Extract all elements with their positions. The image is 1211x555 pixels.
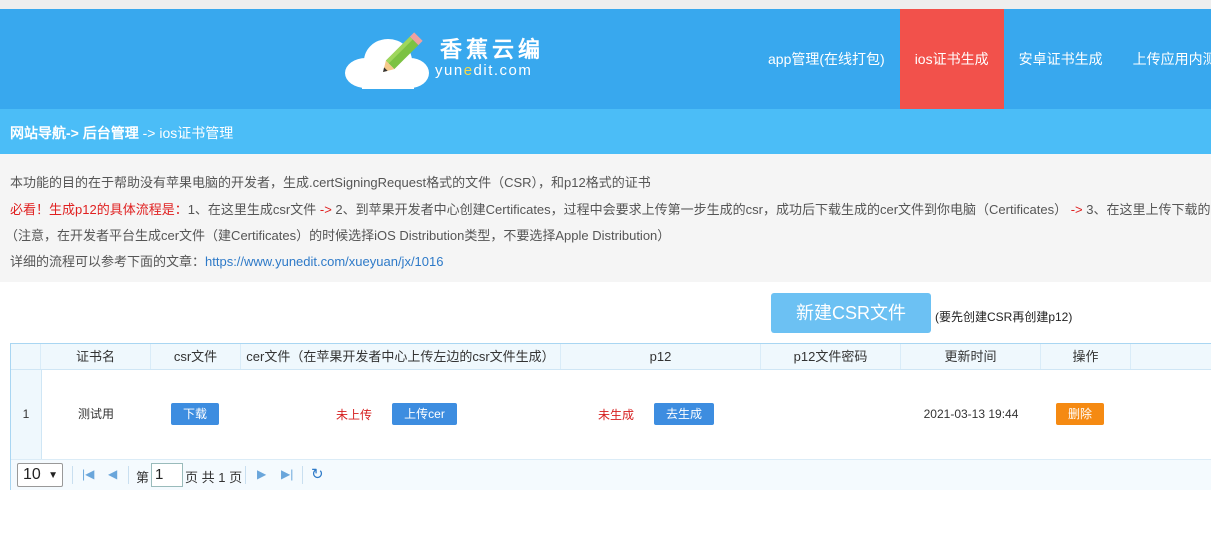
cert-name: 测试用 [77,407,114,421]
cloud-pencil-logo-icon [345,32,429,89]
table-row: 1 测试用 下载 未上传 上传cer 未生成 去生成 2021-03-13 19… [11,370,1211,459]
info-panel: 本功能的目的在于帮助没有苹果电脑的开发者，生成.certSigningReque… [0,154,1211,282]
logo-chinese-name: 香蕉云编 [440,37,545,62]
header-csr: csr文件 [151,344,241,369]
row-index: 1 [11,370,42,459]
next-page-icon[interactable]: ▶ [257,467,266,481]
site-logo[interactable]: 香蕉云编 yunedit.com [344,29,554,93]
table-header: 证书名 csr文件 cer文件（在苹果开发者中心上传左边的csr文件生成） p1… [11,344,1211,370]
nav-upload-beta[interactable]: 上传应用内测 [1118,9,1211,109]
header-actions: 操作 [1041,344,1131,369]
first-page-icon[interactable]: |◀ [82,467,94,481]
pager-divider [72,466,73,484]
delete-button[interactable]: 删除 [1056,403,1104,425]
info-note: （注意，在开发者平台生成cer文件（建Certificates）的时候选择iOS… [5,228,671,243]
prev-page-icon[interactable]: ◀ [108,467,117,481]
last-page-icon[interactable]: ▶| [281,467,293,481]
header-p12: p12 [561,344,761,369]
pager-divider [128,466,129,484]
info-intro: 本功能的目的在于帮助没有苹果电脑的开发者，生成.certSigningReque… [10,175,651,190]
page-size-select[interactable]: 10 ▼ [17,463,63,487]
new-csr-note: (要先创建CSR再创建p12) [935,310,1073,324]
top-strip [0,0,1211,9]
new-csr-button[interactable]: 新建CSR文件 [771,293,931,333]
pager-divider [245,466,246,484]
p12-password [761,370,901,459]
updated-time: 2021-03-13 19:44 [923,407,1019,421]
refresh-icon[interactable]: ↻ [311,465,324,483]
generate-p12-button[interactable]: 去生成 [654,403,714,425]
download-csr-button[interactable]: 下载 [171,403,219,425]
nav-android-certificate[interactable]: 安卓证书生成 [1004,9,1118,109]
pager-divider [302,466,303,484]
site-header: 香蕉云编 yunedit.com app管理(在线打包) ios证书生成 安卓证… [0,9,1211,109]
upload-cer-button[interactable]: 上传cer [392,403,457,425]
certificate-table: 证书名 csr文件 cer文件（在苹果开发者中心上传左边的csr文件生成） p1… [10,343,1211,490]
header-name: 证书名 [41,344,151,369]
breadcrumb-links[interactable]: 网站导航-> 后台管理 [10,125,139,141]
breadcrumb: 网站导航-> 后台管理 -> ios证书管理 [10,123,233,143]
reference-link[interactable]: https://www.yunedit.com/xueyuan/jx/1016 [205,254,443,269]
nav-app-management[interactable]: app管理(在线打包) [753,9,900,109]
logo-domain: yunedit.com [435,62,533,79]
nav-ios-certificate[interactable]: ios证书生成 [899,9,1004,109]
header-cer: cer文件（在苹果开发者中心上传左边的csr文件生成） [241,344,561,369]
breadcrumb-current: -> ios证书管理 [138,125,234,141]
info-reference: 详细的流程可以参考下面的文章：https://www.yunedit.com/x… [10,254,444,269]
header-index [11,344,41,369]
page-number-input[interactable]: 1 [151,463,183,487]
page-prefix: 第 [136,470,150,485]
pagination-bar: 10 ▼ |◀ ◀ 第 1 页 共 1 页 ▶ ▶| ↻ [11,459,1211,490]
info-steps: 必看！生成p12的具体流程是：1、在这里生成csr文件 -> 2、到苹果开发者中… [10,202,1211,217]
main-nav: app管理(在线打包) ios证书生成 安卓证书生成 上传应用内测 [753,9,1211,109]
header-updated: 更新时间 [901,344,1041,369]
chevron-down-icon: ▼ [48,470,58,481]
breadcrumb-bar: 网站导航-> 后台管理 -> ios证书管理 [0,109,1211,154]
p12-status: 未生成 [598,408,635,422]
cer-status: 未上传 [336,408,373,422]
page-total: 页 共 1 页 [185,470,243,485]
header-p12-password: p12文件密码 [761,344,901,369]
